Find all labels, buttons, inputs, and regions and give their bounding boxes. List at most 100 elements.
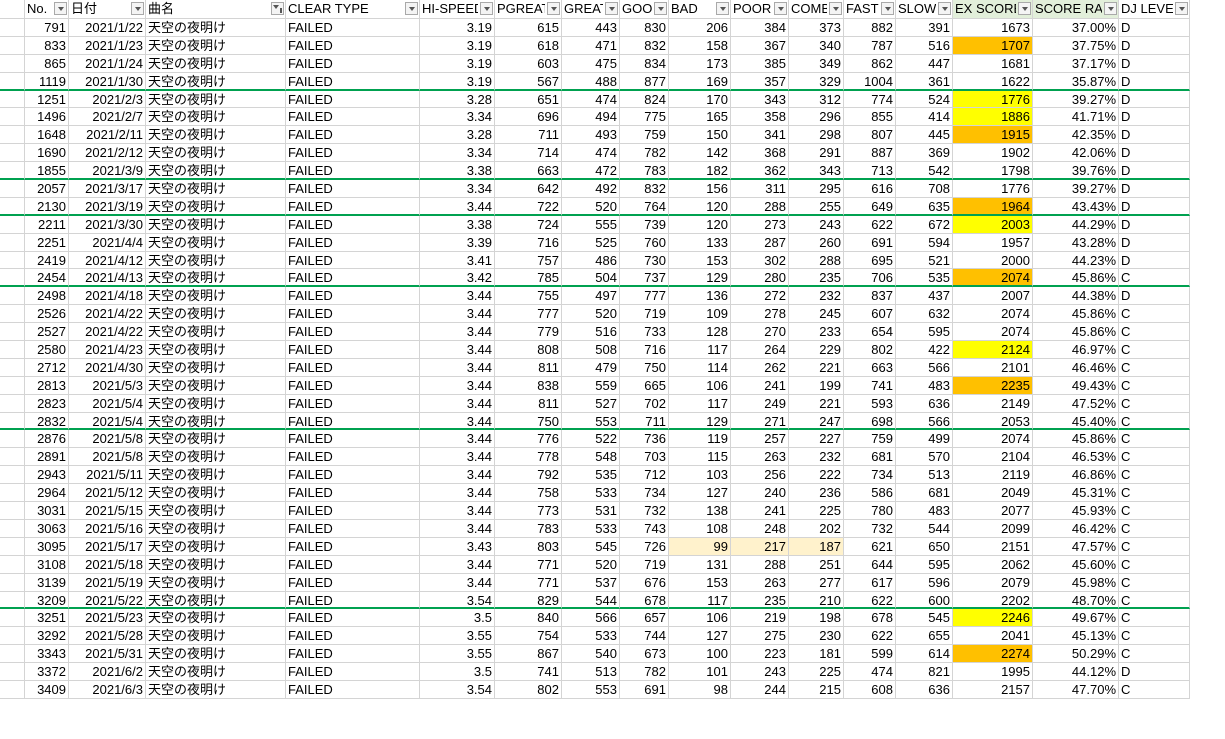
cell-pg[interactable]: 741 (495, 663, 562, 681)
cell-gd[interactable]: 782 (620, 144, 669, 163)
cell-song[interactable]: 天空の夜明け (146, 466, 286, 485)
cell-sl[interactable]: 437 (896, 287, 953, 306)
cell-date[interactable]: 2021/5/28 (69, 627, 146, 646)
cell-clear[interactable]: FAILED (286, 537, 420, 556)
cell-no[interactable]: 3209 (25, 591, 69, 610)
cell-pr[interactable]: 249 (731, 394, 789, 413)
cell-dj[interactable]: C (1119, 680, 1190, 699)
cell-gr[interactable]: 516 (562, 323, 620, 342)
cell-gd[interactable]: 726 (620, 537, 669, 556)
cell-bd[interactable]: 109 (669, 305, 731, 324)
cell-hs[interactable]: 3.5 (420, 609, 495, 628)
cell-cb[interactable]: 243 (789, 215, 844, 234)
cell-clear[interactable]: FAILED (286, 180, 420, 198)
cell-pr[interactable]: 235 (731, 591, 789, 610)
cell-song[interactable]: 天空の夜明け (146, 591, 286, 610)
cell-pg[interactable]: 757 (495, 251, 562, 270)
cell-bd[interactable]: 170 (669, 90, 731, 109)
cell-hs[interactable]: 3.44 (420, 573, 495, 592)
cell-bd[interactable]: 101 (669, 663, 731, 681)
cell-clear[interactable]: FAILED (286, 394, 420, 413)
filter-dropdown-icon[interactable] (938, 2, 951, 15)
cell-rate[interactable]: 46.42% (1033, 519, 1119, 538)
cell-ex[interactable]: 2157 (953, 680, 1033, 699)
cell-bd[interactable]: 136 (669, 287, 731, 306)
cell-bd[interactable]: 142 (669, 144, 731, 163)
cell-clear[interactable]: FAILED (286, 269, 420, 288)
cell-hs[interactable]: 3.54 (420, 680, 495, 699)
cell-hs[interactable]: 3.44 (420, 394, 495, 413)
cell-gd[interactable]: 764 (620, 197, 669, 216)
cell-fs[interactable]: 882 (844, 19, 896, 37)
cell-fs[interactable]: 678 (844, 609, 896, 628)
cell-ex[interactable]: 1622 (953, 72, 1033, 91)
cell-ex[interactable]: 2000 (953, 251, 1033, 270)
cell-gd[interactable]: 750 (620, 358, 669, 377)
cell-date[interactable]: 2021/3/19 (69, 197, 146, 216)
cell-dj[interactable]: C (1119, 591, 1190, 610)
cell-hs[interactable]: 3.44 (420, 358, 495, 377)
cell-ex[interactable]: 1798 (953, 162, 1033, 181)
cell-rate[interactable]: 42.06% (1033, 144, 1119, 163)
cell-fs[interactable]: 780 (844, 502, 896, 520)
cell-pg[interactable]: 711 (495, 126, 562, 145)
cell-clear[interactable]: FAILED (286, 36, 420, 55)
cell-song[interactable]: 天空の夜明け (146, 484, 286, 503)
cell-bd[interactable]: 100 (669, 645, 731, 664)
cell-pg[interactable]: 779 (495, 323, 562, 342)
cell-bd[interactable]: 153 (669, 251, 731, 270)
cell-sl[interactable]: 447 (896, 54, 953, 73)
cell-cb[interactable]: 230 (789, 627, 844, 646)
cell-clear[interactable]: FAILED (286, 502, 420, 520)
cell-no[interactable]: 2527 (25, 323, 69, 342)
cell-rate[interactable]: 44.38% (1033, 287, 1119, 306)
cell-no[interactable]: 3139 (25, 573, 69, 592)
cell-rate[interactable]: 39.27% (1033, 180, 1119, 198)
cell-rate[interactable]: 47.70% (1033, 680, 1119, 699)
cell-bd[interactable]: 129 (669, 412, 731, 431)
cell-bd[interactable]: 165 (669, 108, 731, 127)
cell-no[interactable]: 3251 (25, 609, 69, 628)
cell-song[interactable]: 天空の夜明け (146, 287, 286, 306)
cell-hs[interactable]: 3.44 (420, 323, 495, 342)
cell-no[interactable]: 2580 (25, 341, 69, 359)
cell-dj[interactable]: D (1119, 90, 1190, 109)
cell-bd[interactable]: 129 (669, 269, 731, 288)
cell-gd[interactable]: 877 (620, 72, 669, 91)
cell-sl[interactable]: 821 (896, 663, 953, 681)
cell-date[interactable]: 2021/4/4 (69, 233, 146, 252)
cell-sl[interactable]: 445 (896, 126, 953, 145)
cell-pg[interactable]: 716 (495, 233, 562, 252)
cell-gr[interactable]: 533 (562, 484, 620, 503)
cell-pg[interactable]: 803 (495, 537, 562, 556)
cell-gd[interactable]: 744 (620, 627, 669, 646)
cell-gr[interactable]: 475 (562, 54, 620, 73)
cell-no[interactable]: 2832 (25, 412, 69, 431)
cell-gd[interactable]: 702 (620, 394, 669, 413)
cell-pg[interactable]: 771 (495, 555, 562, 574)
cell-dj[interactable]: D (1119, 233, 1190, 252)
cell-gd[interactable]: 673 (620, 645, 669, 664)
cell-sl[interactable]: 516 (896, 36, 953, 55)
cell-no[interactable]: 2057 (25, 180, 69, 198)
cell-ex[interactable]: 2074 (953, 269, 1033, 288)
cell-ex[interactable]: 2007 (953, 287, 1033, 306)
cell-pg[interactable]: 567 (495, 72, 562, 91)
cell-gd[interactable]: 730 (620, 251, 669, 270)
cell-gr[interactable]: 494 (562, 108, 620, 127)
cell-pg[interactable]: 724 (495, 215, 562, 234)
cell-rate[interactable]: 49.67% (1033, 609, 1119, 628)
cell-song[interactable]: 天空の夜明け (146, 90, 286, 109)
cell-pr[interactable]: 302 (731, 251, 789, 270)
cell-hs[interactable]: 3.54 (420, 591, 495, 610)
cell-bd[interactable]: 128 (669, 323, 731, 342)
cell-no[interactable]: 2251 (25, 233, 69, 252)
cell-date[interactable]: 2021/4/30 (69, 358, 146, 377)
cell-pg[interactable]: 867 (495, 645, 562, 664)
cell-cb[interactable]: 298 (789, 126, 844, 145)
cell-song[interactable]: 天空の夜明け (146, 72, 286, 91)
cell-dj[interactable]: C (1119, 609, 1190, 628)
cell-bd[interactable]: 98 (669, 680, 731, 699)
cell-gr[interactable]: 443 (562, 19, 620, 37)
cell-gr[interactable]: 533 (562, 519, 620, 538)
